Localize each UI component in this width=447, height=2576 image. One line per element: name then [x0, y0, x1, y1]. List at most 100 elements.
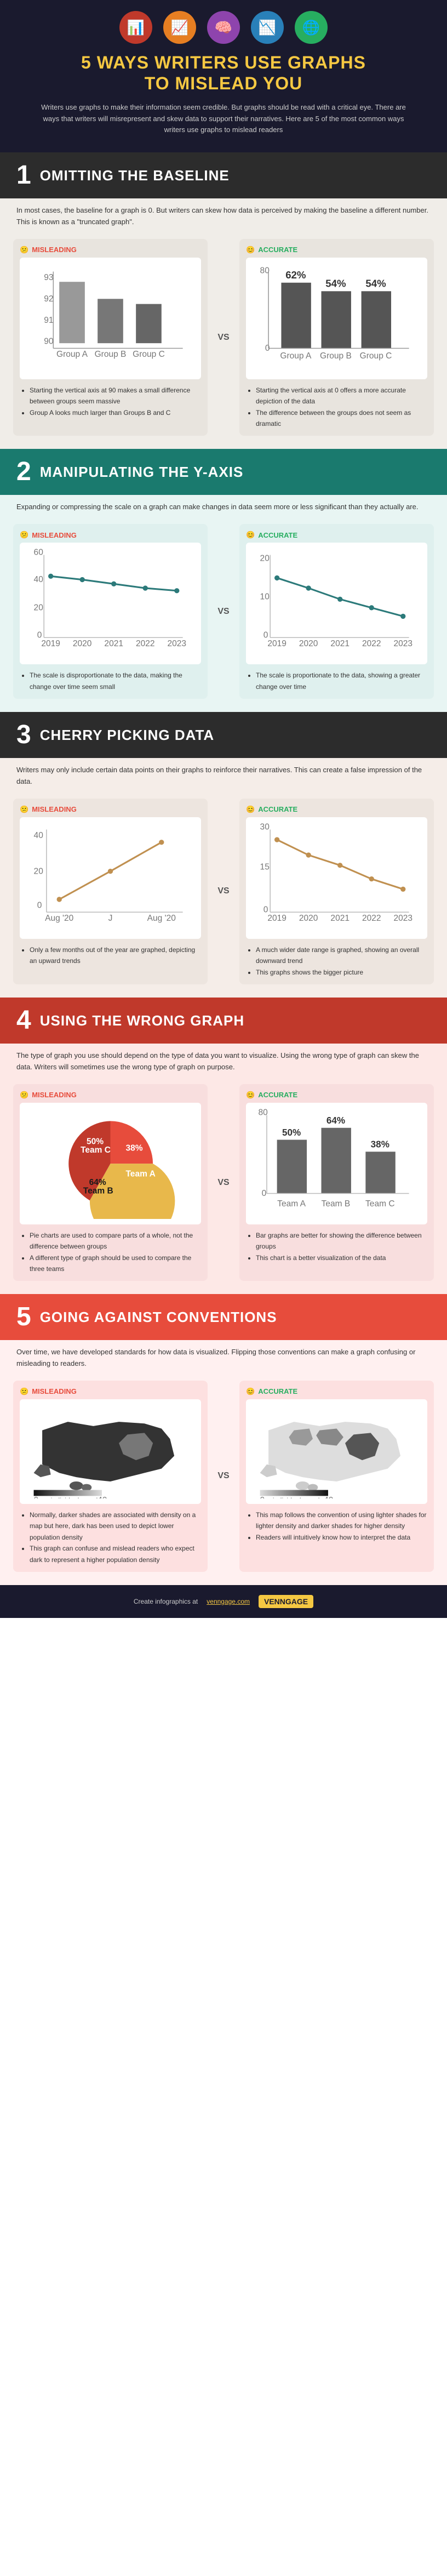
icon-chart: 📊 [119, 11, 152, 44]
svg-text:2022: 2022 [362, 914, 381, 923]
accurate-label-2: 😊 ACCURATE [246, 531, 427, 539]
svg-text:Group B: Group B [95, 350, 127, 359]
page-title: 5 WAYS WRITERS USE GRAPHS TO MISLEAD YOU [22, 52, 425, 94]
section-5-number: 5 [16, 1304, 31, 1330]
svg-text:2020: 2020 [299, 639, 318, 648]
svg-text:2019: 2019 [267, 639, 286, 648]
svg-text:20: 20 [34, 603, 44, 613]
section-2-misleading: 😕 MISLEADING 2019 2020 2021 2022 [13, 524, 208, 699]
svg-text:Aug '20: Aug '20 [147, 914, 176, 923]
section-4-header: 4 USING THE WRONG GRAPH [0, 998, 447, 1044]
svg-text:90: 90 [44, 337, 54, 346]
svg-text:50%: 50% [87, 1137, 104, 1146]
svg-text:91: 91 [44, 316, 53, 325]
svg-text:2020: 2020 [299, 914, 318, 923]
chart-1-accurate: 62% 54% 54% Group A Group B Group C 0 80 [246, 258, 427, 379]
svg-text:2022: 2022 [362, 639, 381, 648]
section-3-header: 3 CHERRY PICKING DATA [0, 712, 447, 758]
accurate-label-5: 😊 ACCURATE [246, 1387, 427, 1396]
svg-text:38%: 38% [125, 1143, 142, 1153]
svg-text:64%: 64% [326, 1115, 345, 1126]
section-3: 3 CHERRY PICKING DATA Writers may only i… [0, 712, 447, 998]
svg-text:2021: 2021 [330, 639, 349, 648]
footer-link[interactable]: venngage.com [207, 1598, 250, 1605]
section-1-number: 1 [16, 162, 31, 189]
svg-text:0: 0 [263, 631, 268, 640]
svg-text:2023: 2023 [394, 914, 413, 923]
svg-text:38%: 38% [371, 1139, 389, 1149]
accurate-bullets-3: A much wider date range is graphed, show… [246, 944, 427, 978]
svg-text:40: 40 [34, 831, 44, 840]
svg-text:54%: 54% [365, 277, 386, 289]
accurate-label-1: 😊 ACCURATE [246, 246, 427, 254]
svg-text:Group C: Group C [133, 350, 165, 359]
accurate-bullets-1: Starting the vertical axis at 0 offers a… [246, 385, 427, 430]
svg-text:0: 0 [262, 1189, 267, 1198]
accurate-bullets-2: The scale is proportionate to the data, … [246, 670, 427, 692]
map-accurate: 0 40 individuals per km [246, 1399, 427, 1504]
svg-text:Group A: Group A [56, 350, 88, 359]
svg-text:20: 20 [34, 867, 44, 876]
misleading-label-1: 😕 MISLEADING [20, 246, 201, 254]
section-2-header: 2 MANIPULATING THE Y-AXIS [0, 449, 447, 495]
svg-text:15: 15 [260, 862, 270, 871]
svg-text:0: 0 [37, 631, 42, 640]
svg-text:2021: 2021 [104, 639, 123, 648]
vs-badge-1: VS [210, 333, 237, 343]
section-4-title: USING THE WRONG GRAPH [40, 1012, 244, 1029]
icon-brain: 🧠 [207, 11, 240, 44]
svg-text:10: 10 [260, 592, 270, 602]
misleading-bullets-5: Normally, darker shades are associated w… [20, 1509, 201, 1565]
svg-text:2022: 2022 [136, 639, 155, 648]
chart-3-accurate: 2019 2020 2021 2022 2023 0 15 30 [246, 817, 427, 939]
svg-text:Team A: Team A [125, 1169, 155, 1178]
section-2-comparison: 😕 MISLEADING 2019 2020 2021 2022 [0, 522, 447, 712]
section-4-accurate: 😊 ACCURATE 50% 64% 38% Team A Team B Tea… [239, 1084, 434, 1281]
section-2: 2 MANIPULATING THE Y-AXIS Expanding or c… [0, 449, 447, 712]
misleading-bullets-4: Pie charts are used to compare parts of … [20, 1230, 201, 1275]
map-misleading: 0 40 individuals per km [20, 1399, 201, 1504]
svg-text:Team B: Team B [83, 1186, 113, 1195]
section-3-number: 3 [16, 722, 31, 748]
page-header: 📊 📈 🧠 📉 🌐 5 WAYS WRITERS USE GRAPHS TO M… [0, 0, 447, 152]
svg-text:0: 0 [263, 905, 268, 914]
misleading-label-5: 😕 MISLEADING [20, 1387, 201, 1396]
section-5-title: GOING AGAINST CONVENTIONS [40, 1309, 277, 1326]
svg-text:0: 0 [260, 1496, 265, 1498]
accurate-bullets-5: This map follows the convention of using… [246, 1509, 427, 1543]
section-5-accurate: 😊 ACCURATE [239, 1381, 434, 1572]
icon-line: 📈 [163, 11, 196, 44]
svg-text:30: 30 [260, 823, 270, 831]
section-3-accurate: 😊 ACCURATE 2019 2020 2021 2022 2023 [239, 799, 434, 984]
svg-text:2021: 2021 [330, 914, 349, 923]
icon-down: 📉 [251, 11, 284, 44]
vs-badge-5: VS [210, 1471, 237, 1481]
section-5: 5 GOING AGAINST CONVENTIONS Over time, w… [0, 1294, 447, 1585]
svg-text:2023: 2023 [168, 639, 187, 648]
svg-text:Team B: Team B [322, 1199, 351, 1209]
svg-text:Group B: Group B [320, 351, 352, 361]
svg-text:J: J [108, 914, 113, 923]
section-4-misleading: 😕 MISLEADING 38% T [13, 1084, 208, 1281]
chart-2-misleading: 2019 2020 2021 2022 2023 0 20 40 60 [20, 543, 201, 664]
misleading-label-4: 😕 MISLEADING [20, 1091, 201, 1099]
svg-text:Group C: Group C [360, 351, 392, 361]
header-subtitle: Writers use graphs to make their informa… [37, 102, 410, 136]
svg-text:40: 40 [34, 575, 44, 584]
section-5-desc: Over time, we have developed standards f… [0, 1340, 447, 1378]
vs-badge-2: VS [210, 607, 237, 617]
section-2-title: MANIPULATING THE Y-AXIS [40, 464, 244, 481]
chart-3-misleading: Aug '20 J Aug '20 0 20 40 [20, 817, 201, 939]
svg-text:60: 60 [34, 548, 44, 557]
section-1-comparison: 😕 MISLEADING 93 92 91 90 Group A [0, 237, 447, 449]
svg-text:2023: 2023 [394, 639, 413, 648]
svg-text:2019: 2019 [267, 914, 286, 923]
misleading-bullets-2: The scale is disproportionate to the dat… [20, 670, 201, 692]
svg-text:92: 92 [44, 294, 53, 304]
chart-4-accurate: 50% 64% 38% Team A Team B Team C 0 80 [246, 1103, 427, 1224]
svg-text:0: 0 [37, 901, 42, 910]
vs-badge-4: VS [210, 1178, 237, 1188]
svg-text:93: 93 [44, 273, 53, 282]
section-1-desc: In most cases, the baseline for a graph … [0, 198, 447, 237]
svg-text:Team C: Team C [365, 1199, 395, 1209]
